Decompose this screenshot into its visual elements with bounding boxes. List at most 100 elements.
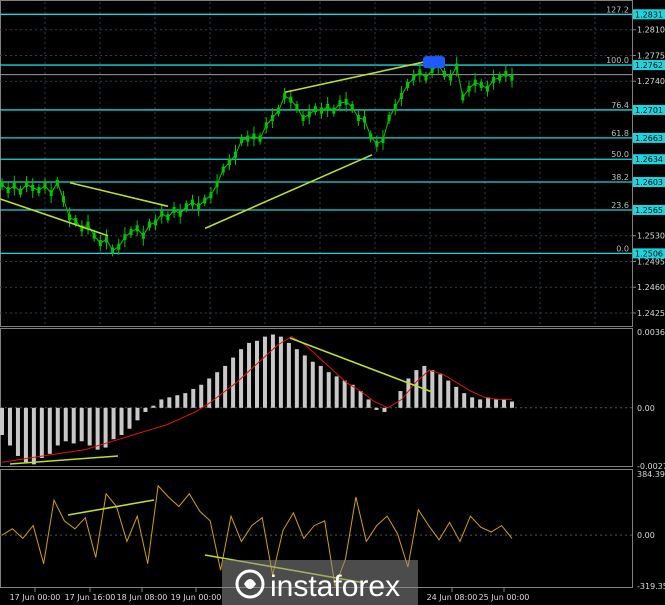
osc-bar [7, 407, 12, 446]
time-tick-label: 18 Jun 08:00 [117, 593, 168, 602]
osc-bar [215, 372, 220, 408]
osc-bar [510, 401, 514, 408]
osc-bar [422, 365, 427, 408]
fib-level-pct: 127.2 [606, 5, 629, 14]
osc-bar [454, 386, 459, 408]
osc-bar [470, 397, 475, 408]
osc-bar [294, 349, 299, 408]
osc-bar [342, 380, 347, 408]
osc-bar [127, 407, 132, 429]
osc-bar [438, 374, 443, 408]
osc-bar [135, 407, 140, 421]
osc-bar [0, 407, 4, 436]
osc-bar [223, 365, 228, 408]
osc-bar [159, 399, 164, 408]
osc-bar [15, 407, 20, 456]
osc-bar [350, 384, 355, 408]
time-tick-label: 24 Jun 08:00 [427, 593, 478, 602]
osc-bar [302, 355, 307, 408]
osc-bar [231, 357, 236, 408]
osc-bar [478, 399, 483, 408]
time-tick-label: 17 Jun 00:00 [10, 593, 61, 602]
watermark-logo: instaforex [222, 560, 418, 605]
watermark-text: instaforex [270, 570, 400, 603]
high-marker-box [423, 56, 445, 69]
trading-chart: 127.2 1.2831 100.0 1.2762 76.4 1.2701 61.8 1.26… [0, 0, 665, 605]
fib-level-pct: 100.0 [606, 56, 629, 65]
osc-bar [31, 407, 36, 465]
fib-price-label: 1.2565 [635, 206, 663, 215]
osc-bar [175, 395, 180, 408]
osc-bar [486, 397, 491, 408]
fib-price-label: 1.2603 [635, 178, 663, 187]
osc-bar [183, 393, 188, 408]
price-tick-label: 1.2495 [637, 257, 665, 266]
osc-bar [494, 399, 499, 408]
oscillator-panel [0, 328, 633, 467]
osc-bar [119, 407, 124, 436]
price-tick-label: 1.2740 [637, 77, 665, 86]
osc-bar [278, 336, 283, 408]
time-tick-label: 19 Jun 00:00 [171, 593, 222, 602]
osc-bar [334, 376, 339, 408]
oscillator-axis: 0.003620.00-0.00278 [637, 328, 665, 471]
osc-bar [374, 407, 379, 410]
cci-axis: 384.3979 0.00 -319.3579 [637, 470, 665, 591]
osc-bar [262, 336, 267, 408]
osc-bar [255, 340, 259, 408]
price-tick-label: 1.2775 [637, 51, 665, 60]
fib-price-label: 1.2701 [635, 106, 663, 115]
osc-tick-label: 0.00362 [637, 328, 665, 337]
price-tick-label: 1.2460 [637, 283, 665, 292]
osc-bar [23, 407, 28, 463]
cci-tick-label: 0.00 [637, 531, 655, 540]
osc-bar [446, 380, 451, 408]
fib-level-pct: 38.2 [611, 173, 629, 182]
fib-price-label: 1.2831 [635, 10, 663, 19]
osc-bar [462, 393, 467, 408]
osc-bar [502, 399, 507, 408]
osc-bar [191, 388, 196, 408]
high-marker [423, 56, 445, 69]
osc-bar [79, 407, 84, 442]
cci-tick-label: -319.3579 [637, 582, 665, 591]
osc-bar [247, 342, 252, 408]
osc-bar [47, 407, 52, 454]
osc-bar [310, 361, 315, 408]
osc-bar [87, 407, 92, 446]
osc-bar [326, 372, 331, 408]
osc-bar [414, 370, 419, 408]
osc-bar [318, 365, 323, 408]
osc-bar [270, 334, 275, 408]
fib-price-label: 1.2663 [635, 134, 663, 143]
osc-bar [111, 407, 116, 440]
price-tick-label: 1.2810 [637, 26, 665, 35]
osc-bar [167, 397, 172, 408]
osc-bar [55, 407, 60, 446]
fib-price-label: 1.2634 [635, 155, 663, 164]
time-tick-label: 25 Jun 00:00 [479, 593, 530, 602]
osc-bar [103, 407, 108, 448]
fib-level-pct: 76.4 [611, 101, 629, 110]
price-tick-label: 1.2425 [637, 309, 665, 318]
osc-bar [71, 407, 76, 444]
osc-bar [39, 407, 44, 459]
osc-bar [151, 405, 156, 408]
osc-bar [95, 407, 100, 450]
fib-level-pct: 50.0 [611, 150, 629, 159]
time-tick-label: 17 Jun 16:00 [65, 593, 116, 602]
cci-tick-label: 384.3979 [637, 470, 665, 479]
osc-bar [143, 407, 148, 412]
osc-bar [358, 391, 363, 408]
osc-tick-label: 0.00 [637, 404, 655, 413]
osc-bar [430, 370, 435, 408]
fib-level-pct: 23.6 [611, 201, 629, 210]
osc-bar [366, 399, 371, 408]
osc-bar [286, 342, 291, 408]
fib-level-pct: 0.0 [616, 244, 629, 253]
osc-bar [199, 384, 204, 408]
fib-price-label: 1.2762 [635, 61, 663, 70]
osc-bar [382, 407, 387, 412]
fib-level-pct: 61.8 [611, 129, 629, 138]
osc-bar [63, 407, 68, 442]
